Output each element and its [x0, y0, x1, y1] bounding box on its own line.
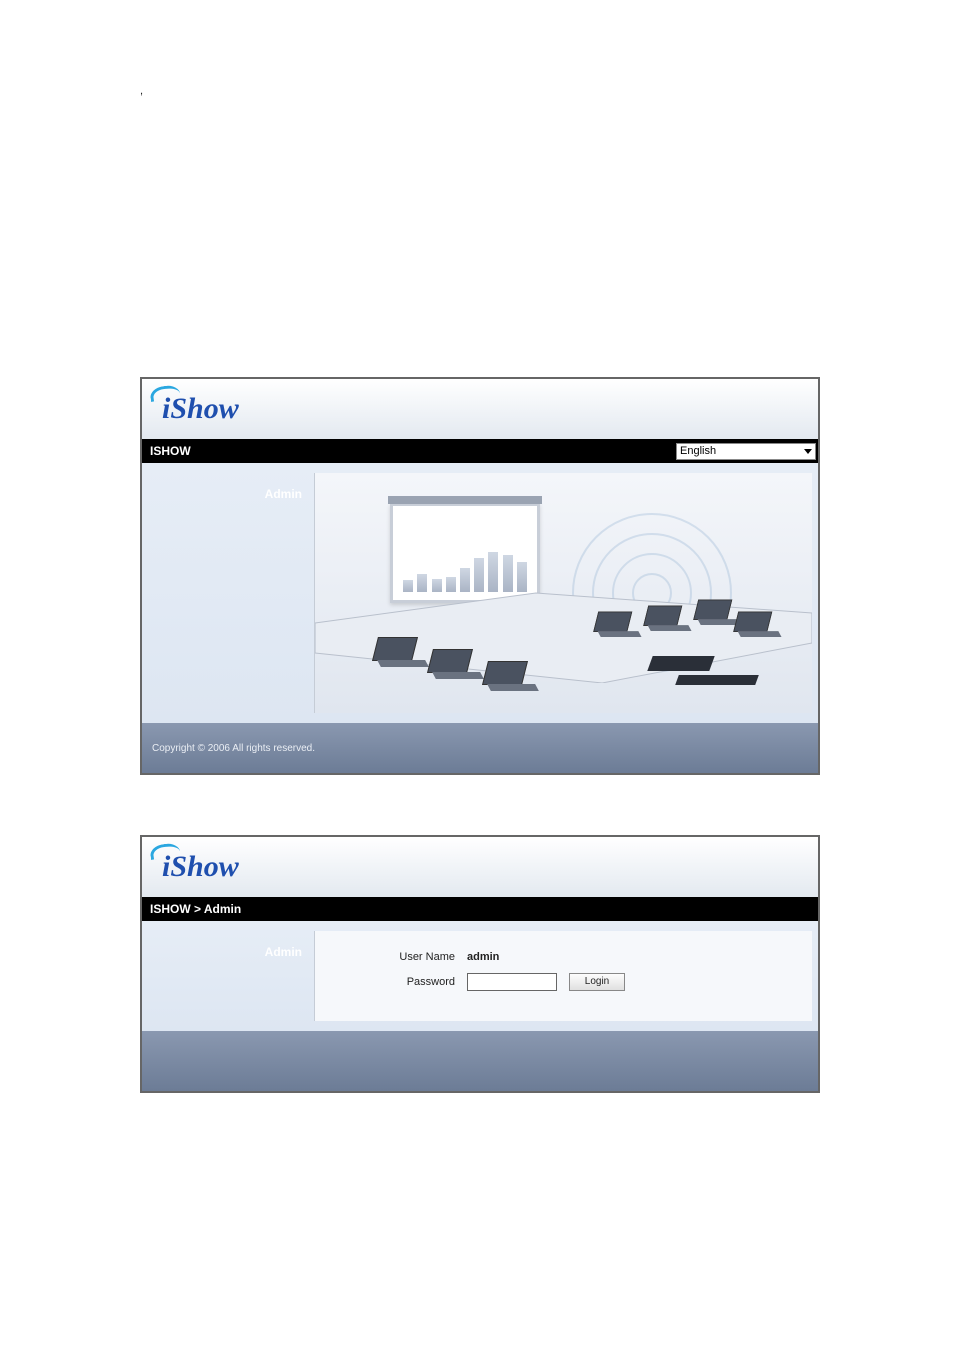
sidebar-item-admin[interactable]: Admin [257, 941, 314, 963]
copyright-text: Copyright © 2006 All rights reserved. [152, 743, 315, 754]
screenshot-admin-login: iShow ISHOW > Admin Admin User Name admi… [140, 835, 820, 1093]
sidebar: Admin [142, 463, 314, 723]
nav-bar: ISHOW English [142, 439, 818, 463]
laptop-icon [375, 637, 425, 671]
router-icon [675, 675, 759, 685]
chevron-down-icon [804, 449, 812, 454]
laptop-icon [596, 612, 639, 641]
logo-bar: iShow [142, 379, 818, 439]
stray-comma: , [140, 85, 814, 97]
hero-illustration [314, 473, 812, 713]
nav-bar: ISHOW > Admin [142, 897, 818, 921]
username-label: User Name [355, 951, 455, 963]
logo-text: iShow [162, 392, 239, 425]
language-dropdown[interactable]: English [676, 443, 816, 460]
ishow-logo: iShow [156, 850, 239, 884]
laptop-icon [430, 649, 480, 683]
language-selected: English [680, 445, 716, 457]
logo-bar: iShow [142, 837, 818, 897]
screenshot-home: iShow ISHOW English Admin [140, 377, 820, 775]
ishow-logo: iShow [156, 392, 239, 426]
laptop-icon [646, 606, 689, 635]
sidebar-item-admin[interactable]: Admin [257, 483, 314, 505]
login-panel: User Name admin Password Login [314, 931, 812, 1021]
footer [142, 1031, 818, 1091]
content-row: Admin [142, 463, 818, 723]
laptop-icon [696, 600, 739, 629]
laptop-icon [736, 612, 779, 641]
laptop-icon [485, 661, 535, 695]
logo-text: iShow [162, 850, 239, 883]
router-icon [647, 656, 714, 671]
password-label: Password [355, 976, 455, 988]
username-value: admin [467, 951, 499, 963]
breadcrumb: ISHOW > Admin [150, 902, 241, 916]
password-input[interactable] [467, 973, 557, 991]
login-button[interactable]: Login [569, 973, 625, 991]
content-row: Admin User Name admin Password Login [142, 921, 818, 1031]
footer: Copyright © 2006 All rights reserved. [142, 723, 818, 773]
sidebar: Admin [142, 921, 314, 1031]
breadcrumb: ISHOW [150, 444, 191, 458]
